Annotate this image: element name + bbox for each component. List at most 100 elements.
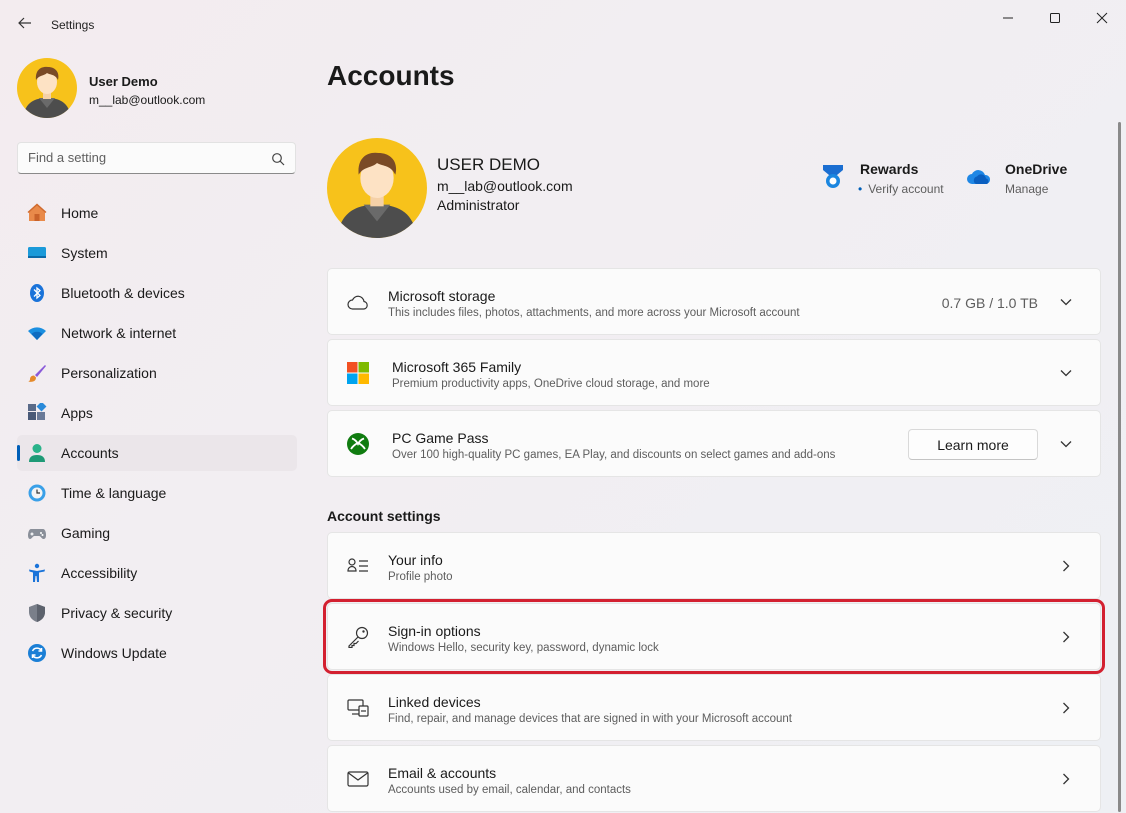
card-title: Your info bbox=[388, 552, 443, 568]
sidebar-item-label: Gaming bbox=[61, 525, 110, 541]
search-icon[interactable] bbox=[271, 152, 285, 166]
settings-window: Settings User Demo m__lab@outlook.com bbox=[0, 0, 1126, 813]
sidebar-item-apps[interactable]: Apps bbox=[17, 395, 297, 431]
close-button[interactable] bbox=[1079, 4, 1125, 32]
card-title: Email & accounts bbox=[388, 765, 496, 781]
rewards-title: Rewards bbox=[860, 161, 918, 177]
card-title: Linked devices bbox=[388, 694, 481, 710]
linked-devices-icon bbox=[346, 696, 370, 720]
minimize-icon bbox=[1002, 12, 1014, 24]
page-title: Accounts bbox=[327, 60, 455, 92]
update-icon bbox=[27, 643, 47, 663]
sidebar-item-bluetooth[interactable]: Bluetooth & devices bbox=[17, 275, 297, 311]
storage-usage: 0.7 GB / 1.0 TB bbox=[942, 295, 1038, 311]
home-icon bbox=[27, 203, 47, 223]
sidebar-item-privacy-security[interactable]: Privacy & security bbox=[17, 595, 297, 631]
microsoft-logo-icon bbox=[346, 361, 370, 385]
card-title: Microsoft storage bbox=[388, 288, 495, 304]
close-icon bbox=[1096, 12, 1108, 24]
maximize-button[interactable] bbox=[1032, 4, 1078, 32]
sidebar-item-system[interactable]: System bbox=[17, 235, 297, 271]
sidebar-item-label: Home bbox=[61, 205, 98, 221]
bluetooth-icon bbox=[27, 283, 47, 303]
system-icon bbox=[27, 243, 47, 263]
back-button[interactable] bbox=[12, 10, 38, 36]
sidebar-item-accounts[interactable]: Accounts bbox=[17, 435, 297, 471]
xbox-icon bbox=[346, 432, 370, 456]
app-title: Settings bbox=[51, 18, 94, 32]
sidebar-item-label: Network & internet bbox=[61, 325, 176, 341]
sidebar-item-label: Personalization bbox=[61, 365, 157, 381]
email-accounts-card[interactable]: Email & accounts Accounts used by email,… bbox=[327, 745, 1101, 812]
cloud-icon bbox=[346, 290, 370, 314]
mail-icon bbox=[346, 767, 370, 791]
onedrive-subtitle: Manage bbox=[1005, 182, 1048, 196]
status-dot-icon: • bbox=[858, 182, 862, 196]
search-box[interactable] bbox=[17, 142, 296, 174]
card-subtitle: Profile photo bbox=[388, 571, 453, 583]
chevron-down-icon[interactable] bbox=[1058, 294, 1074, 310]
chevron-right-icon bbox=[1058, 771, 1074, 787]
avatar[interactable] bbox=[17, 58, 77, 118]
account-email: m__lab@outlook.com bbox=[437, 178, 573, 194]
key-icon bbox=[346, 625, 370, 649]
profile-name: User Demo bbox=[89, 74, 158, 89]
onedrive-cloud-icon bbox=[966, 166, 992, 186]
account-name: USER DEMO bbox=[437, 155, 540, 175]
chevron-down-icon[interactable] bbox=[1058, 436, 1074, 452]
sidebar-item-windows-update[interactable]: Windows Update bbox=[17, 635, 297, 671]
sidebar-item-label: Privacy & security bbox=[61, 605, 172, 621]
account-role: Administrator bbox=[437, 197, 519, 213]
chevron-right-icon bbox=[1058, 700, 1074, 716]
sidebar-item-label: Accounts bbox=[61, 445, 119, 461]
sidebar-item-label: Time & language bbox=[61, 485, 166, 501]
your-info-icon bbox=[346, 554, 370, 578]
search-input[interactable] bbox=[28, 150, 258, 165]
rewards-medal-icon bbox=[820, 164, 846, 190]
card-subtitle: Premium productivity apps, OneDrive clou… bbox=[392, 378, 710, 390]
card-subtitle: Find, repair, and manage devices that ar… bbox=[388, 713, 792, 725]
title-bar: Settings bbox=[0, 0, 1126, 40]
sidebar-item-network[interactable]: Network & internet bbox=[17, 315, 297, 351]
your-info-card[interactable]: Your info Profile photo bbox=[327, 532, 1101, 599]
profile-email: m__lab@outlook.com bbox=[89, 93, 205, 107]
accessibility-icon bbox=[27, 563, 47, 583]
chevron-right-icon bbox=[1058, 629, 1074, 645]
card-title: Microsoft 365 Family bbox=[392, 359, 521, 375]
sidebar-nav: Home System Bluetooth & devices Network … bbox=[17, 195, 297, 675]
chevron-down-icon[interactable] bbox=[1058, 365, 1074, 381]
globe-clock-icon bbox=[27, 483, 47, 503]
sidebar-item-gaming[interactable]: Gaming bbox=[17, 515, 297, 551]
sidebar-item-time-language[interactable]: Time & language bbox=[17, 475, 297, 511]
shield-icon bbox=[27, 603, 47, 623]
sidebar-item-label: Apps bbox=[61, 405, 93, 421]
sidebar-item-label: Bluetooth & devices bbox=[61, 285, 185, 301]
linked-devices-card[interactable]: Linked devices Find, repair, and manage … bbox=[327, 674, 1101, 741]
card-subtitle: Windows Hello, security key, password, d… bbox=[388, 642, 659, 654]
scrollbar[interactable] bbox=[1118, 122, 1121, 812]
back-arrow-icon bbox=[18, 16, 32, 30]
section-title: Account settings bbox=[327, 508, 441, 524]
account-avatar bbox=[327, 138, 427, 238]
pc-game-pass-card[interactable]: PC Game Pass Over 100 high-quality PC ga… bbox=[327, 410, 1101, 477]
microsoft-storage-card[interactable]: Microsoft storage This includes files, p… bbox=[327, 268, 1101, 335]
sign-in-options-card[interactable]: Sign-in options Windows Hello, security … bbox=[327, 603, 1101, 670]
maximize-icon bbox=[1049, 12, 1061, 24]
sidebar-item-label: Windows Update bbox=[61, 645, 167, 661]
card-title: PC Game Pass bbox=[392, 430, 488, 446]
accounts-icon bbox=[27, 443, 47, 463]
apps-icon bbox=[27, 403, 47, 423]
rewards-subtitle: • Verify account bbox=[858, 182, 944, 196]
learn-more-button[interactable]: Learn more bbox=[908, 429, 1038, 460]
brush-icon bbox=[27, 363, 47, 383]
onedrive-title: OneDrive bbox=[1005, 161, 1067, 177]
sidebar-item-personalization[interactable]: Personalization bbox=[17, 355, 297, 391]
sidebar-item-home[interactable]: Home bbox=[17, 195, 297, 231]
minimize-button[interactable] bbox=[985, 4, 1031, 32]
rewards-subtitle-text: Verify account bbox=[868, 182, 943, 196]
card-subtitle: This includes files, photos, attachments… bbox=[388, 307, 800, 319]
microsoft-365-card[interactable]: Microsoft 365 Family Premium productivit… bbox=[327, 339, 1101, 406]
sidebar-item-accessibility[interactable]: Accessibility bbox=[17, 555, 297, 591]
sidebar-item-label: System bbox=[61, 245, 108, 261]
chevron-right-icon bbox=[1058, 558, 1074, 574]
